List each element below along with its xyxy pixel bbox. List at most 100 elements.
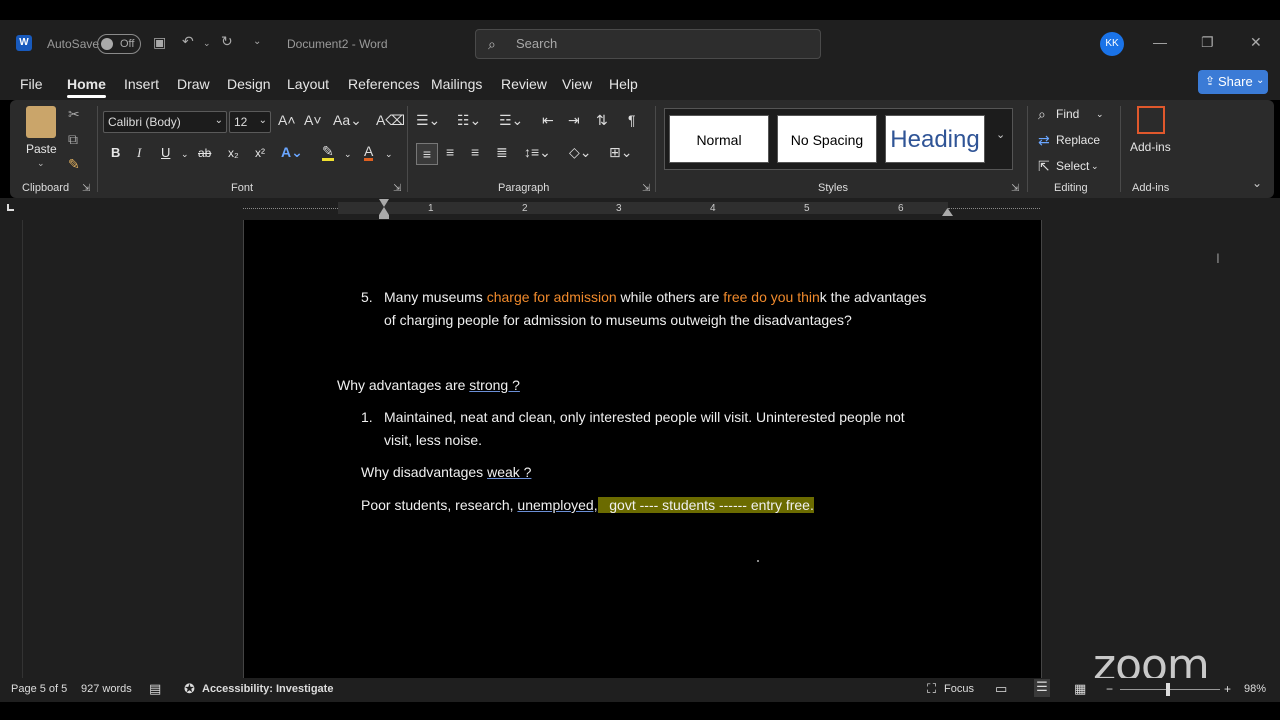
proofing-icon[interactable]: ▤ [149,681,161,697]
font-color-dropdown-icon[interactable]: ⌄ [385,149,393,160]
borders-icon[interactable]: ⊞⌄ [609,144,632,161]
question-disadvantages[interactable]: Why disadvantages weak ? [361,461,531,484]
align-center-icon[interactable]: ≡ [446,144,454,160]
tab-home[interactable]: Home [67,76,106,98]
minimize-icon[interactable]: — [1153,34,1167,50]
search-input[interactable] [516,36,806,51]
undo-icon[interactable]: ↶ [182,33,194,50]
collapse-ribbon-icon[interactable]: ⌄ [1252,176,1262,190]
grow-font-icon[interactable]: A˄ [278,112,296,128]
close-icon[interactable]: ✕ [1250,34,1262,51]
tab-help[interactable]: Help [609,76,638,92]
share-button[interactable]: ⇪ Share ⌄ [1198,70,1268,94]
paragraph-launcher-icon[interactable]: ⇲ [642,183,650,194]
paste-button[interactable]: Paste [26,142,57,156]
clipboard-launcher-icon[interactable]: ⇲ [82,183,90,194]
restore-icon[interactable]: ❐ [1201,34,1214,51]
format-painter-icon[interactable]: ✎ [68,156,80,173]
italic-button[interactable]: I [137,145,141,161]
shrink-font-icon[interactable]: A˅ [304,112,322,128]
strikethrough-button[interactable]: ab [198,146,211,160]
redo-icon[interactable]: ↻ [221,33,233,50]
tab-selector-icon[interactable] [7,204,14,211]
save-icon[interactable]: ▣ [153,34,166,51]
underline-dropdown-icon[interactable]: ⌄ [181,149,189,160]
avatar[interactable]: KK [1100,32,1124,56]
focus-button[interactable]: Focus [944,683,974,695]
tab-review[interactable]: Review [501,76,547,92]
multilevel-list-icon[interactable]: ☲⌄ [499,112,523,129]
underline-button[interactable]: U [161,145,170,160]
select-icon[interactable]: ⇱ [1038,158,1050,175]
list-item-1-line2[interactable]: visit, less noise. [384,429,482,452]
font-name-select[interactable]: Calibri (Body) ⌄ [103,111,227,133]
increase-indent-icon[interactable]: ⇥ [568,112,580,129]
tab-draw[interactable]: Draw [177,76,210,92]
replace-button[interactable]: Replace [1056,133,1100,147]
tab-insert[interactable]: Insert [124,76,159,92]
show-formatting-icon[interactable]: ¶ [628,112,636,128]
undo-dropdown-icon[interactable]: ⌄ [203,38,211,49]
web-layout-icon[interactable]: ▦ [1074,681,1086,697]
styles-more-icon[interactable]: ⌄ [996,128,1005,141]
print-layout-icon[interactable]: ☰ [1034,679,1050,697]
numbering-icon[interactable]: ☷⌄ [457,112,481,129]
paste-icon[interactable] [26,106,56,138]
page-indicator[interactable]: Page 5 of 5 [11,683,67,695]
tab-design[interactable]: Design [227,76,271,92]
search-box[interactable]: ⌕ [475,29,821,59]
highlight-dropdown-icon[interactable]: ⌄ [344,149,352,160]
font-size-select[interactable]: 12 ⌄ [229,111,271,133]
tab-references[interactable]: References [348,76,420,92]
tab-file[interactable]: File [20,76,43,92]
highlight-icon[interactable]: ✎ [322,144,334,161]
customize-toolbar-icon[interactable]: ⌄ [253,36,261,47]
sort-icon[interactable]: ⇅ [596,112,608,129]
paste-dropdown-icon[interactable]: ⌄ [37,158,45,169]
font-launcher-icon[interactable]: ⇲ [393,183,401,194]
clear-formatting-icon[interactable]: A⌫ [376,112,405,129]
font-color-icon[interactable]: A [364,144,374,161]
align-left-icon[interactable]: ≡ [416,143,438,165]
copy-icon[interactable]: ⧉ [68,131,78,148]
add-ins-button[interactable]: Add-ins [1130,140,1171,154]
superscript-button[interactable]: x² [255,146,265,160]
style-heading[interactable]: Heading [885,115,985,163]
paragraph-poor-students[interactable]: Poor students, research, unemployed, gov… [361,494,814,517]
question-advantages[interactable]: Why advantages are strong ? [337,374,520,397]
cut-icon[interactable]: ✂ [68,106,80,123]
read-mode-icon[interactable]: ▭ [995,681,1007,697]
list-item-5-line2[interactable]: of charging people for admission to muse… [384,309,852,332]
styles-launcher-icon[interactable]: ⇲ [1011,183,1019,194]
select-button[interactable]: Select [1056,159,1089,173]
style-normal[interactable]: Normal [669,115,769,163]
bold-button[interactable]: B [111,145,120,160]
style-no-spacing[interactable]: No Spacing [777,115,877,163]
zoom-level[interactable]: 98% [1244,683,1266,695]
tab-view[interactable]: View [562,76,592,92]
find-button[interactable]: Find [1056,107,1079,121]
justify-icon[interactable]: ≣ [496,144,508,161]
align-right-icon[interactable]: ≡ [471,144,479,160]
autosave-toggle[interactable]: Off [97,34,141,54]
accessibility-status[interactable]: Accessibility: Investigate [202,683,333,695]
subscript-button[interactable]: x₂ [228,146,239,160]
find-icon[interactable]: ⌕ [1038,106,1046,123]
word-count[interactable]: 927 words [81,683,132,695]
tab-layout[interactable]: Layout [287,76,329,92]
list-item-5[interactable]: Many museums charge for admission while … [384,286,984,309]
bullets-icon[interactable]: ☰⌄ [416,112,440,129]
list-item-1[interactable]: Maintained, neat and clean, only interes… [384,406,905,429]
zoom-slider[interactable] [1120,689,1220,690]
zoom-out-icon[interactable]: − [1106,682,1113,696]
change-case-icon[interactable]: Aa⌄ [333,112,362,129]
decrease-indent-icon[interactable]: ⇤ [542,112,554,129]
add-ins-icon[interactable] [1137,106,1165,134]
text-effects-icon[interactable]: A⌄ [281,144,303,161]
zoom-slider-handle[interactable] [1166,683,1170,696]
zoom-in-icon[interactable]: + [1224,682,1231,696]
line-spacing-icon[interactable]: ↕≡⌄ [524,144,551,161]
tab-mailings[interactable]: Mailings [431,76,482,92]
find-dropdown-icon[interactable]: ⌄ [1096,109,1104,120]
select-dropdown-icon[interactable]: ⌄ [1091,161,1099,172]
